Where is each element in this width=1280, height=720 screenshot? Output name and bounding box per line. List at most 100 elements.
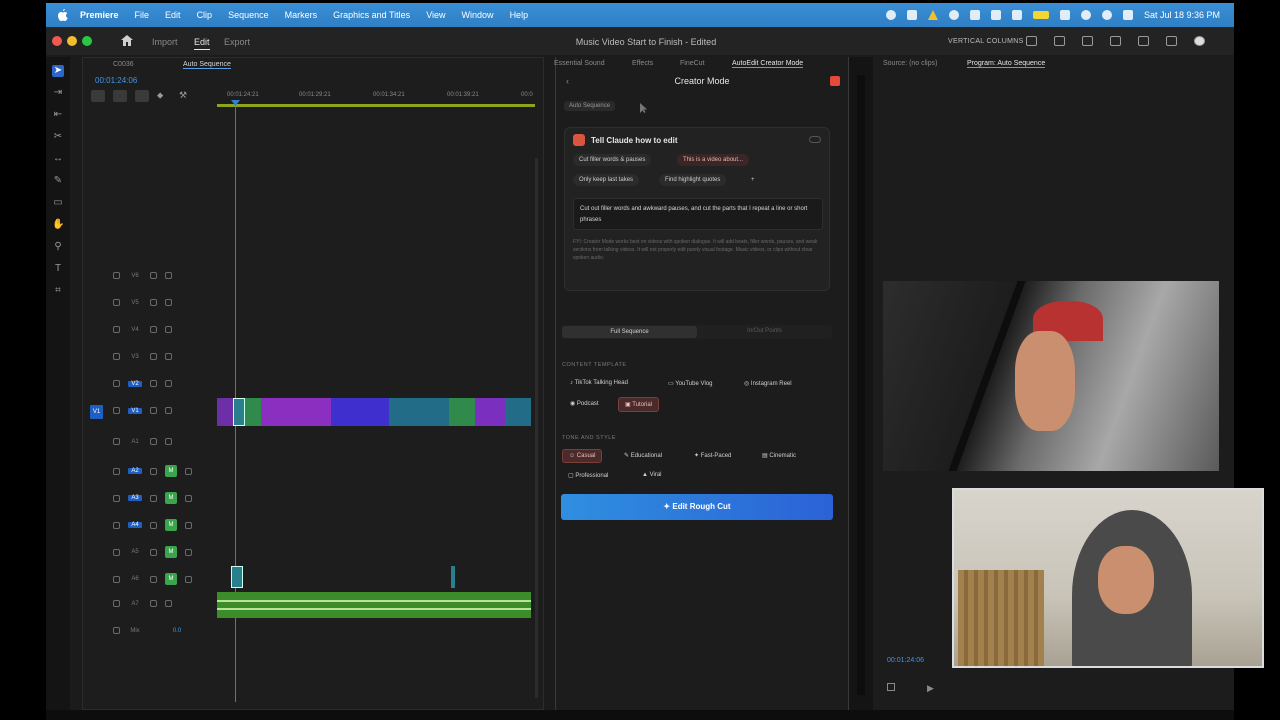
track-a6[interactable]: A6 M [83, 565, 537, 592]
chip-highlight-quotes[interactable]: Find highlight quotes [659, 174, 727, 186]
sync-icon[interactable] [150, 494, 157, 502]
tab-import[interactable]: Import [152, 37, 178, 47]
tab-effects[interactable]: Effects [632, 60, 653, 67]
tone-educational[interactable]: ✎ Educational [618, 449, 668, 462]
audio-clip[interactable] [451, 566, 455, 588]
rectangle-tool-icon[interactable]: ▭ [52, 197, 64, 209]
wifi-icon[interactable] [1059, 10, 1070, 20]
menubar-clock[interactable]: Sat Jul 18 9:36 PM [1144, 10, 1220, 20]
lock-icon[interactable] [113, 548, 120, 556]
ripple-edit-tool-icon[interactable]: ⇤ [52, 109, 64, 121]
sync-icon[interactable] [150, 600, 157, 607]
frame-tool-icon[interactable]: ⌗ [52, 285, 64, 297]
chip-cut-filler[interactable]: Cut filler words & pauses [573, 154, 652, 166]
display-status-icon[interactable] [906, 10, 917, 20]
tab-autoedit-creator-mode[interactable]: AutoEdit Creator Mode [732, 60, 804, 68]
battery-icon[interactable] [1032, 11, 1049, 19]
mic-icon[interactable] [185, 467, 192, 475]
tab-source-monitor[interactable]: Source: (no clips) [883, 60, 937, 67]
video-clip[interactable] [331, 398, 389, 426]
source-patch-v1[interactable]: V1 [90, 405, 103, 419]
timeline-timecode[interactable]: 00:01:24:06 [95, 76, 137, 85]
profile-icon[interactable] [1194, 36, 1205, 46]
audio-clip[interactable] [231, 566, 243, 588]
eye-icon[interactable] [165, 299, 172, 306]
mic-icon[interactable] [185, 521, 192, 529]
lock-icon[interactable] [113, 494, 120, 502]
panel-close-icon[interactable] [830, 76, 840, 86]
lock-icon[interactable] [113, 380, 120, 387]
menu-markers[interactable]: Markers [285, 10, 318, 20]
tone-professional[interactable]: ▢ Professional [562, 469, 614, 482]
markers-icon[interactable] [1110, 36, 1121, 46]
track-mix[interactable]: Mix 0.0 [83, 619, 537, 646]
eye-icon[interactable] [165, 272, 172, 279]
menu-sequence[interactable]: Sequence [228, 10, 269, 20]
template-youtube-vlog[interactable]: ▭ YouTube Vlog [662, 377, 719, 390]
template-tiktok[interactable]: ♪ TikTok Talking Head [564, 377, 634, 389]
track-label[interactable]: A2 [128, 468, 142, 474]
eye-icon[interactable] [165, 353, 172, 360]
zoom-tool-icon[interactable]: ⚲ [52, 241, 64, 253]
template-tutorial[interactable]: ▣ Tutorial [618, 397, 660, 412]
video-clip[interactable] [261, 398, 331, 426]
lock-icon[interactable] [113, 575, 120, 583]
marker-icon[interactable]: ⬥ [157, 90, 171, 102]
track-v2[interactable]: V2 [83, 372, 537, 399]
video-clip[interactable] [217, 398, 233, 426]
chip-keep-last-takes[interactable]: Only keep last takes [573, 174, 640, 186]
tab-finecut[interactable]: FineCut [680, 60, 705, 67]
sync-icon[interactable] [150, 299, 157, 306]
tone-viral[interactable]: ▲ Viral [636, 469, 668, 481]
tab-essential-sound[interactable]: Essential Sound [554, 60, 605, 67]
warning-icon[interactable] [927, 10, 938, 20]
menu-window[interactable]: Window [462, 10, 494, 20]
panels-icon[interactable] [1082, 36, 1093, 46]
lock-icon[interactable] [113, 600, 120, 607]
tab-timeline-auto-sequence[interactable]: Auto Sequence [183, 61, 231, 69]
program-timecode[interactable]: 00:01:24:06 [887, 657, 924, 664]
template-podcast[interactable]: ◉ Podcast [564, 397, 605, 410]
audio-waveform-clip[interactable] [217, 592, 531, 618]
track-v4[interactable]: V4 [83, 318, 537, 345]
close-window-button[interactable] [52, 36, 62, 46]
lock-icon[interactable] [113, 272, 120, 279]
fullscreen-icon[interactable] [1166, 36, 1177, 46]
screen-mirror-icon[interactable] [969, 10, 980, 20]
lock-icon[interactable] [113, 326, 120, 333]
mic-icon[interactable] [165, 600, 172, 607]
mute-toggle[interactable]: M [165, 546, 177, 558]
tab-export[interactable]: Export [224, 37, 250, 47]
layout-icon[interactable] [1026, 36, 1037, 46]
sync-icon[interactable] [150, 521, 157, 529]
video-clip[interactable] [245, 398, 261, 426]
razor-tool-icon[interactable]: ✂ [52, 131, 64, 143]
mute-toggle[interactable]: M [165, 519, 177, 531]
video-clip[interactable] [449, 398, 475, 426]
track-a1[interactable]: A1 [83, 430, 537, 457]
track-label[interactable]: V2 [128, 380, 142, 387]
video-clip[interactable] [505, 398, 531, 426]
mic-icon[interactable] [185, 548, 192, 556]
workspace-selector[interactable]: VERTICAL COLUMNS [948, 38, 1024, 45]
menu-view[interactable]: View [426, 10, 445, 20]
track-select-tool-icon[interactable]: ⇥ [52, 87, 64, 99]
minimize-window-button[interactable] [67, 36, 77, 46]
mix-volume[interactable]: 0.0 [170, 628, 184, 634]
edit-rough-cut-button[interactable]: ✦ Edit Rough Cut [561, 494, 833, 520]
tab-timeline-c0036[interactable]: C0036 [113, 61, 134, 68]
work-area-bar[interactable] [217, 104, 535, 107]
mic-icon[interactable] [165, 438, 172, 445]
sync-icon[interactable] [150, 548, 157, 556]
add-chip-button[interactable]: + [745, 174, 761, 186]
eye-icon[interactable] [165, 407, 172, 414]
track-v6[interactable]: V6 [83, 264, 537, 291]
tone-cinematic[interactable]: ▤ Cinematic [756, 449, 802, 462]
instruction-textarea[interactable]: Cut out filler words and awkward pauses,… [573, 198, 823, 230]
wrench-icon[interactable]: ⚒ [179, 90, 193, 102]
sequence-chip[interactable]: Auto Sequence [564, 101, 616, 111]
airplay-icon[interactable] [990, 10, 1001, 20]
add-marker-icon[interactable] [135, 90, 149, 102]
menu-graphics-and-titles[interactable]: Graphics and Titles [333, 10, 410, 20]
tab-program-monitor[interactable]: Program: Auto Sequence [967, 60, 1046, 68]
